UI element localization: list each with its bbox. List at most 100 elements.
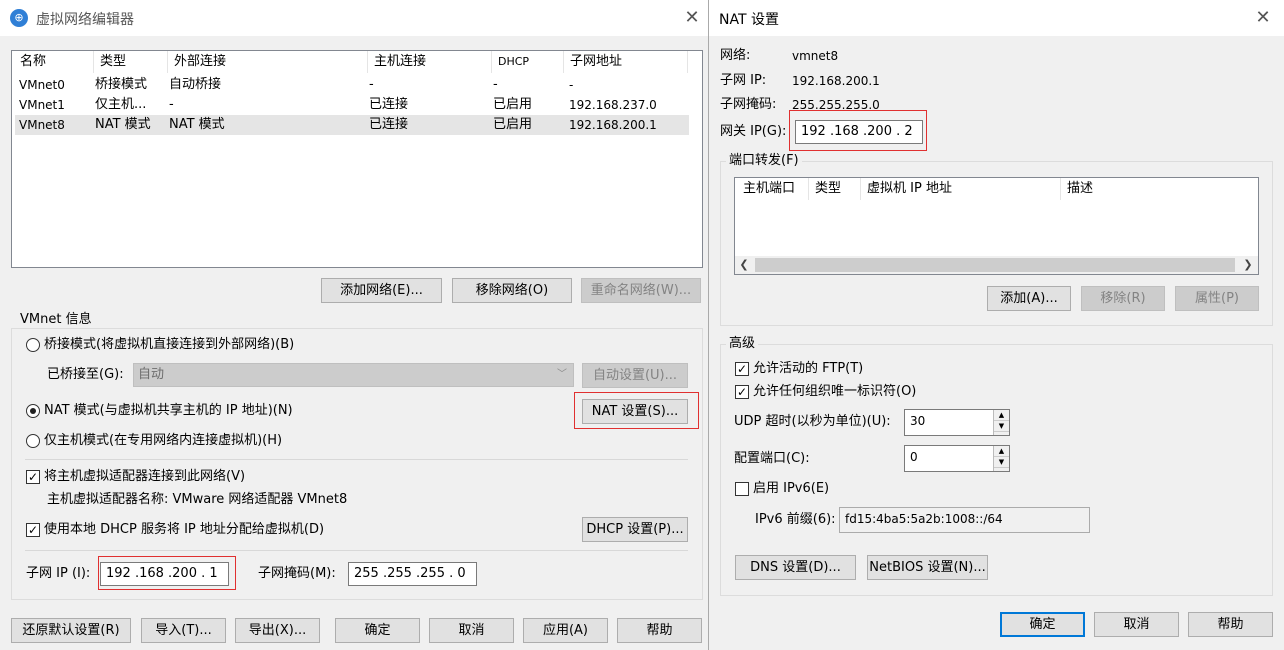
config-port-value: 0	[910, 450, 918, 464]
col-header-vm-ip[interactable]: 虚拟机 IP 地址	[861, 178, 1061, 200]
host-only-radio[interactable]	[26, 434, 40, 448]
virtual-network-editor-window: ⊕ 虚拟网络编辑器 ✕ 名称 类型 外部连接 主机连接 DHCP 子网地址 VM…	[0, 0, 708, 650]
chevron-down-icon: ﹀	[557, 369, 567, 380]
nat-mode-radio[interactable]	[26, 404, 40, 418]
col-header-dhcp[interactable]: DHCP	[492, 51, 564, 73]
remove-network-button[interactable]: 移除网络(O)	[452, 278, 572, 303]
netbios-settings-button[interactable]: NetBIOS 设置(N)...	[867, 555, 988, 580]
connect-adapter-checkbox[interactable]: ✓	[26, 470, 40, 484]
restore-defaults-button[interactable]: 还原默认设置(R)	[11, 618, 131, 643]
subnet-mask-label: 子网掩码(M):	[258, 566, 336, 581]
col-header-subnet[interactable]: 子网地址	[564, 51, 688, 73]
add-network-button[interactable]: 添加网络(E)...	[321, 278, 442, 303]
properties-button[interactable]: 属性(P)	[1175, 286, 1259, 311]
cell-host: 已连接	[369, 117, 409, 132]
bridged-mode-label[interactable]: 桥接模式(将虚拟机直接连接到外部网络)(B)	[44, 336, 294, 354]
bridged-mode-radio[interactable]	[26, 338, 40, 352]
table-row-selected[interactable]: VMnet8 NAT 模式 NAT 模式 已连接 已启用 192.168.200…	[15, 115, 689, 135]
port-forwarding-label: 端口转发(F)	[726, 153, 802, 169]
udp-timeout-spin[interactable]: ▲ ▼	[993, 410, 1009, 435]
col-header-host[interactable]: 主机连接	[368, 51, 492, 73]
dns-settings-button[interactable]: DNS 设置(D)...	[735, 555, 856, 580]
subnet-mask-input[interactable]: 255 .255 .255 . 0	[348, 562, 477, 586]
scroll-left-icon[interactable]: ❮	[735, 256, 753, 274]
close-icon[interactable]: ✕	[1251, 6, 1275, 30]
ipv6-prefix-label: IPv6 前缀(6):	[755, 512, 836, 527]
bridged-to-label: 已桥接至(G):	[47, 367, 124, 382]
spin-up-icon[interactable]: ▲	[994, 446, 1009, 457]
gateway-label: 网关 IP(G):	[720, 124, 787, 139]
col-header-name[interactable]: 名称	[14, 51, 94, 73]
connect-adapter-label[interactable]: 将主机虚拟适配器连接到此网络(V)	[44, 468, 245, 486]
cell-external: 自动桥接	[169, 77, 222, 92]
host-only-label[interactable]: 仅主机模式(在专用网络内连接虚拟机)(H)	[44, 432, 282, 450]
window-title: NAT 设置	[719, 12, 779, 28]
import-button[interactable]: 导入(T)...	[141, 618, 226, 643]
ok-button[interactable]: 确定	[335, 618, 420, 643]
allow-ftp-label[interactable]: 允许活动的 FTP(T)	[753, 360, 863, 378]
vmnet-info-label: VMnet 信息	[17, 312, 95, 328]
subnet-mask-label: 子网掩码:	[720, 97, 777, 112]
allow-ftp-checkbox[interactable]: ✓	[735, 362, 749, 376]
col-header-external[interactable]: 外部连接	[168, 51, 368, 73]
udp-timeout-stepper[interactable]: 30 ▲ ▼	[904, 409, 1010, 436]
cell-dhcp: 已启用	[493, 97, 533, 112]
subnet-ip-value: 192.168.200.1	[792, 74, 880, 88]
cancel-button[interactable]: 取消	[429, 618, 514, 643]
allow-oui-checkbox[interactable]: ✓	[735, 385, 749, 399]
network-label: 网络:	[720, 48, 751, 63]
nat-settings-window: NAT 设置 ✕ 网络: vmnet8 子网 IP: 192.168.200.1…	[708, 0, 1284, 650]
cell-subnet: 192.168.200.1	[569, 118, 657, 132]
horizontal-scrollbar[interactable]: ❮ ❯	[735, 256, 1258, 274]
network-table[interactable]: 名称 类型 外部连接 主机连接 DHCP 子网地址 VMnet0 桥接模式 自动…	[11, 50, 703, 268]
divider	[25, 550, 688, 551]
allow-oui-label[interactable]: 允许任何组织唯一标识符(O)	[753, 383, 916, 401]
bridged-to-select[interactable]: 自动 ﹀	[133, 363, 574, 387]
add-button[interactable]: 添加(A)...	[987, 286, 1071, 311]
highlight-box	[574, 392, 699, 429]
enable-ipv6-checkbox[interactable]	[735, 482, 749, 496]
use-dhcp-checkbox[interactable]: ✓	[26, 523, 40, 537]
cell-name: VMnet0	[19, 78, 65, 92]
port-forwarding-table[interactable]: 主机端口 类型 虚拟机 IP 地址 描述 ❮ ❯	[734, 177, 1259, 275]
bridged-to-value: 自动	[138, 367, 165, 382]
scrollbar-thumb[interactable]	[755, 258, 1235, 272]
title-bar: ⊕ 虚拟网络编辑器 ✕	[0, 0, 708, 36]
close-icon[interactable]: ✕	[680, 6, 704, 30]
udp-timeout-label: UDP 超时(以秒为单位)(U):	[734, 414, 891, 429]
remove-button[interactable]: 移除(R)	[1081, 286, 1165, 311]
dhcp-settings-button[interactable]: DHCP 设置(P)...	[582, 517, 688, 542]
col-header-type[interactable]: 类型	[809, 178, 861, 200]
col-header-type[interactable]: 类型	[94, 51, 168, 73]
ipv6-prefix-input[interactable]: fd15:4ba5:5a2b:1008::/64	[839, 507, 1090, 533]
cell-name: VMnet8	[19, 118, 65, 132]
use-dhcp-label[interactable]: 使用本地 DHCP 服务将 IP 地址分配给虚拟机(D)	[44, 521, 324, 539]
table-row[interactable]: VMnet0 桥接模式 自动桥接 - - -	[15, 75, 689, 95]
title-bar: NAT 设置 ✕	[709, 0, 1284, 36]
config-port-spin[interactable]: ▲ ▼	[993, 446, 1009, 471]
rename-network-button[interactable]: 重命名网络(W)...	[581, 278, 701, 303]
export-button[interactable]: 导出(X)...	[235, 618, 320, 643]
table-row[interactable]: VMnet1 仅主机... - 已连接 已启用 192.168.237.0	[15, 95, 689, 115]
cell-host: -	[369, 77, 374, 92]
nat-mode-label[interactable]: NAT 模式(与虚拟机共享主机的 IP 地址)(N)	[44, 402, 293, 420]
network-globe-icon: ⊕	[10, 9, 28, 27]
cell-host: 已连接	[369, 97, 409, 112]
apply-button[interactable]: 应用(A)	[523, 618, 608, 643]
scroll-right-icon[interactable]: ❯	[1239, 256, 1257, 274]
spin-down-icon[interactable]: ▼	[994, 457, 1009, 468]
config-port-label: 配置端口(C):	[734, 451, 810, 466]
network-value: vmnet8	[792, 49, 839, 63]
col-header-description[interactable]: 描述	[1061, 178, 1251, 200]
help-button[interactable]: 帮助	[1188, 612, 1273, 637]
config-port-stepper[interactable]: 0 ▲ ▼	[904, 445, 1010, 472]
cell-dhcp: -	[493, 77, 498, 92]
enable-ipv6-label[interactable]: 启用 IPv6(E)	[753, 480, 829, 498]
spin-up-icon[interactable]: ▲	[994, 410, 1009, 421]
col-header-host-port[interactable]: 主机端口	[737, 178, 809, 200]
auto-settings-button[interactable]: 自动设置(U)...	[582, 363, 688, 388]
cancel-button[interactable]: 取消	[1094, 612, 1179, 637]
help-button[interactable]: 帮助	[617, 618, 702, 643]
ok-button[interactable]: 确定	[1000, 612, 1085, 637]
spin-down-icon[interactable]: ▼	[994, 421, 1009, 432]
